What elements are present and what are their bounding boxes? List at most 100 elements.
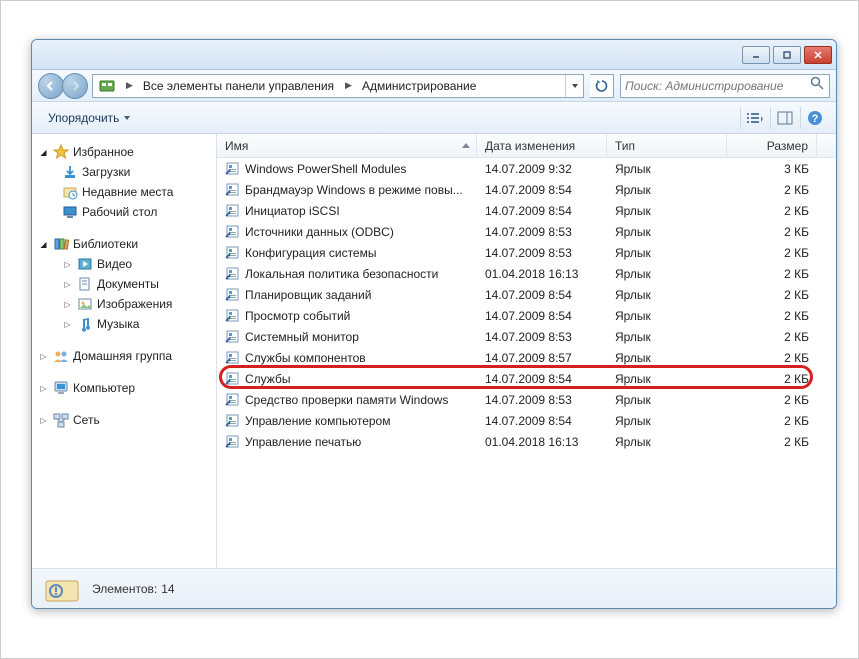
file-name: Службы (245, 372, 290, 386)
homegroup-icon (53, 348, 69, 364)
back-button[interactable] (38, 73, 64, 99)
file-name: Просмотр событий (245, 309, 350, 323)
file-size: 2 КБ (727, 204, 817, 218)
refresh-button[interactable] (590, 74, 614, 98)
shortcut-icon (225, 392, 241, 408)
file-size: 2 КБ (727, 267, 817, 281)
file-date: 14.07.2009 8:53 (477, 330, 607, 344)
search-box[interactable] (620, 74, 830, 98)
file-name: Windows PowerShell Modules (245, 162, 406, 176)
file-size: 2 КБ (727, 309, 817, 323)
help-button[interactable]: ? (800, 107, 828, 129)
nav-libraries[interactable]: ◢Библиотеки (32, 234, 216, 254)
shortcut-icon (225, 245, 241, 261)
shortcut-icon (225, 182, 241, 198)
file-date: 14.07.2009 8:54 (477, 204, 607, 218)
nav-item[interactable]: Загрузки (32, 162, 216, 182)
nav-item-label: Изображения (97, 297, 172, 311)
nav-item[interactable]: ▷Видео (32, 254, 216, 274)
nav-buttons (38, 73, 86, 99)
file-row[interactable]: Службы компонентов14.07.2009 8:57Ярлык2 … (217, 347, 836, 368)
video-icon (77, 256, 93, 272)
nav-item[interactable]: Недавние места (32, 182, 216, 202)
status-bar: Элементов: 14 (32, 568, 836, 608)
file-row[interactable]: Брандмауэр Windows в режиме повы... 14.07… (217, 179, 836, 200)
column-date[interactable]: Дата изменения (477, 134, 607, 157)
body: ◢ Избранное Загрузки Недавние местаРабочий… (32, 134, 836, 568)
nav-item[interactable]: ▷Изображения (32, 294, 216, 314)
file-date: 14.07.2009 8:53 (477, 393, 607, 407)
file-row[interactable]: Системный монитор14.07.2009 8:53Ярлык2 К… (217, 326, 836, 347)
column-size[interactable]: Размер (727, 134, 817, 157)
nav-item[interactable]: Рабочий стол (32, 202, 216, 222)
address-bar[interactable]: ▶ Все элементы панели управления ▶ Админ… (92, 74, 584, 98)
file-row[interactable]: Локальная политика безопасности01.04.201… (217, 263, 836, 284)
file-type: Ярлык (607, 351, 727, 365)
file-name: Брандмауэр Windows в режиме повы... (245, 183, 463, 197)
view-options-button[interactable] (740, 107, 768, 129)
preview-pane-button[interactable] (770, 107, 798, 129)
file-name: Управление печатью (245, 435, 361, 449)
file-name: Управление компьютером (245, 414, 390, 428)
nav-computer[interactable]: ▷Компьютер (32, 378, 216, 398)
nav-homegroup[interactable]: ▷Домашняя группа (32, 346, 216, 366)
file-size: 2 КБ (727, 435, 817, 449)
shortcut-icon (225, 329, 241, 345)
chevron-down-icon (123, 114, 131, 122)
nav-item[interactable]: ▷Документы (32, 274, 216, 294)
nav-label: Библиотеки (73, 237, 138, 251)
breadcrumb-2[interactable]: Администрирование (356, 75, 483, 97)
file-type: Ярлык (607, 330, 727, 344)
file-date: 14.07.2009 8:54 (477, 414, 607, 428)
control-panel-icon (93, 75, 122, 97)
nav-label: Сеть (73, 413, 100, 427)
file-date: 14.07.2009 8:54 (477, 183, 607, 197)
file-size: 2 КБ (727, 372, 817, 386)
organize-button[interactable]: Упорядочить (40, 107, 139, 129)
file-date: 01.04.2018 16:13 (477, 435, 607, 449)
file-row[interactable]: Управление печатью01.04.2018 16:13Ярлык2… (217, 431, 836, 452)
close-button[interactable] (804, 46, 832, 64)
file-size: 2 КБ (727, 330, 817, 344)
search-icon (809, 75, 825, 96)
search-input[interactable] (625, 79, 809, 93)
expand-icon: ▷ (38, 351, 49, 362)
nav-item-label: Загрузки (82, 165, 130, 179)
file-row[interactable]: Средство проверки памяти Windows14.07.20… (217, 389, 836, 410)
file-row[interactable]: Инициатор iSCSI14.07.2009 8:54Ярлык2 КБ (217, 200, 836, 221)
breadcrumb-1[interactable]: Все элементы панели управления (137, 75, 341, 97)
address-dropdown[interactable] (565, 75, 583, 97)
file-name: Планировщик заданий (245, 288, 371, 302)
file-type: Ярлык (607, 288, 727, 302)
file-type: Ярлык (607, 267, 727, 281)
file-row[interactable]: Управление компьютером14.07.2009 8:54Ярл… (217, 410, 836, 431)
collapse-icon: ◢ (38, 147, 49, 158)
explorer-window: ▶ Все элементы панели управления ▶ Админ… (31, 39, 837, 609)
expand-icon: ▷ (38, 415, 49, 426)
nav-item[interactable]: ▷Музыка (32, 314, 216, 334)
titlebar (32, 40, 836, 70)
shortcut-icon (225, 287, 241, 303)
file-row[interactable]: Конфигурация системы14.07.2009 8:53Ярлык… (217, 242, 836, 263)
shortcut-icon (225, 308, 241, 324)
column-headers: Имя Дата изменения Тип Размер (217, 134, 836, 158)
status-count: 14 (161, 582, 174, 596)
file-row[interactable]: Планировщик заданий14.07.2009 8:54Ярлык2… (217, 284, 836, 305)
nav-network[interactable]: ▷ Сеть (32, 410, 216, 430)
nav-favorites[interactable]: ◢ Избранное (32, 142, 216, 162)
toolbar: Упорядочить ? (32, 102, 836, 134)
file-size: 2 КБ (727, 414, 817, 428)
file-type: Ярлык (607, 393, 727, 407)
minimize-button[interactable] (742, 46, 770, 64)
nav-label: Избранное (73, 145, 134, 159)
file-row[interactable]: Windows PowerShell Modules14.07.2009 9:3… (217, 158, 836, 179)
maximize-button[interactable] (773, 46, 801, 64)
file-date: 14.07.2009 8:54 (477, 372, 607, 386)
file-row[interactable]: Источники данных (ODBC)14.07.2009 8:53Яр… (217, 221, 836, 242)
forward-button[interactable] (62, 73, 88, 99)
column-name[interactable]: Имя (217, 134, 477, 157)
file-row[interactable]: Просмотр событий14.07.2009 8:54Ярлык2 КБ (217, 305, 836, 326)
file-name: Службы компонентов (245, 351, 366, 365)
column-type[interactable]: Тип (607, 134, 727, 157)
file-row[interactable]: Службы14.07.2009 8:54Ярлык2 КБ (217, 368, 836, 389)
